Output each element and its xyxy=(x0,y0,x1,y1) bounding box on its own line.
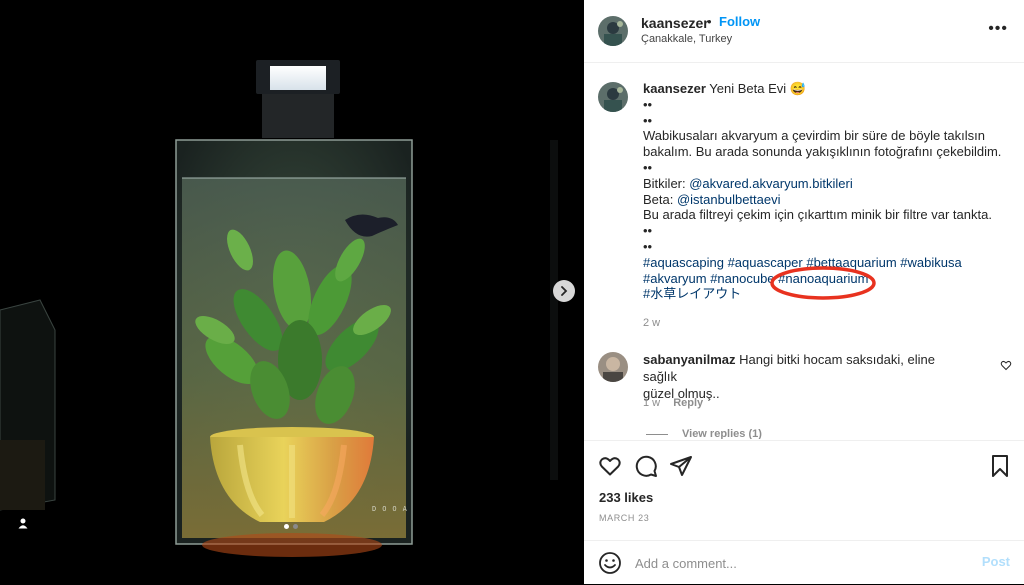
mention-link[interactable]: @istanbulbettaevi xyxy=(677,192,781,207)
caption-line-label: Bitkiler: xyxy=(643,175,690,191)
mention-link[interactable]: @akvared.akvaryum.bitkileri xyxy=(689,176,852,191)
caption-line-text: •• xyxy=(643,238,653,254)
caption-line-text: bakalım. Bu arada sonunda yakışıklının f… xyxy=(643,144,1002,160)
next-image-button[interactable] xyxy=(553,280,575,302)
post-date: MARCH 23 xyxy=(599,513,650,523)
profile-photo xyxy=(598,352,628,382)
caption-line-label: Beta: xyxy=(643,191,677,207)
comments-scroll-area[interactable]: kaansezer Yeni Beta Evi 😅 •• •• Wabikusala… xyxy=(584,63,1024,439)
caption-line: •• xyxy=(643,160,1003,176)
caption-line: Bitkiler: @akvared.akvaryum.bitkileri xyxy=(643,176,1003,192)
carousel-dot xyxy=(293,524,298,529)
bookmark-icon[interactable] xyxy=(989,454,1011,478)
caption-line-text: •• xyxy=(643,96,653,112)
follow-button[interactable]: Follow xyxy=(719,14,760,29)
comment-composer: Post xyxy=(584,540,1024,585)
caption-title: Yeni Beta Evi 😅 xyxy=(709,81,806,96)
caption-username[interactable]: kaansezer xyxy=(643,81,706,96)
view-replies-label: View replies (1) xyxy=(682,428,762,439)
caption-line: •• xyxy=(643,97,1003,113)
emoji-icon[interactable] xyxy=(598,551,622,575)
comment-username[interactable]: sabanyanilmaz xyxy=(643,352,736,367)
post-actions: 233 likes MARCH 23 xyxy=(584,440,1024,541)
avatar[interactable] xyxy=(598,16,628,46)
carousel-indicator xyxy=(284,524,298,529)
comment-text: sabanyanilmaz Hangi bitki hocam saksıdak… xyxy=(643,351,963,402)
post-details-panel: kaansezer • Follow Çanakkale, Turkey •••… xyxy=(584,0,1024,584)
divider xyxy=(646,433,668,435)
caption-line-text: •• xyxy=(643,223,653,239)
heart-icon[interactable] xyxy=(598,454,622,478)
comment-icon[interactable] xyxy=(634,454,658,478)
share-icon[interactable] xyxy=(669,454,693,478)
author-username[interactable]: kaansezer xyxy=(641,15,709,31)
reply-button[interactable]: Reply xyxy=(673,397,703,409)
user-icon xyxy=(18,518,28,529)
post-header: kaansezer • Follow Çanakkale, Turkey ••• xyxy=(584,0,1024,63)
avatar[interactable] xyxy=(598,82,628,112)
post-image[interactable]: DOOA xyxy=(0,0,584,584)
chevron-right-icon xyxy=(561,286,568,296)
caption-line: Beta: @istanbulbettaevi xyxy=(643,192,1003,208)
comment-meta: 1 w Reply xyxy=(643,397,703,409)
caption-line: bakalım. Bu arada sonunda yakışıklının f… xyxy=(643,144,1003,160)
heart-icon[interactable] xyxy=(1000,359,1012,371)
caption-line: Bu arada filtreyi çekim için çıkarttım m… xyxy=(643,207,1003,223)
caption-timestamp: 2 w xyxy=(643,317,661,329)
caption-line: •• xyxy=(643,113,1003,129)
caption-headline: kaansezer Yeni Beta Evi 😅 xyxy=(643,81,1003,97)
hashtag-link[interactable]: #水草レイアウト xyxy=(643,286,741,301)
profile-photo xyxy=(598,82,628,112)
post-comment-button[interactable]: Post xyxy=(982,554,1010,569)
caption-line: •• xyxy=(643,239,1003,255)
highlight-circle xyxy=(770,266,876,300)
avatar[interactable] xyxy=(598,352,628,382)
aquarium-photo xyxy=(0,0,584,584)
caption-line: •• xyxy=(643,223,1003,239)
caption-line-text: Bu arada filtreyi çekim için çıkarttım m… xyxy=(643,207,992,223)
comment-timestamp: 1 w xyxy=(643,397,661,409)
more-options-icon[interactable]: ••• xyxy=(988,20,1008,38)
comment-input[interactable] xyxy=(633,551,967,575)
view-replies-button[interactable]: View replies (1) xyxy=(646,428,762,439)
profile-photo xyxy=(598,16,628,46)
caption-line-text: •• xyxy=(643,112,653,128)
watermark: DOOA xyxy=(372,505,413,513)
caption-line-text: •• xyxy=(643,159,653,175)
carousel-dot xyxy=(284,524,289,529)
tagged-users-button[interactable] xyxy=(12,512,34,534)
caption-line: Wabikusaları akvaryum a çevirdim bir sür… xyxy=(643,128,1003,144)
caption-line-text: Wabikusaları akvaryum a çevirdim bir sür… xyxy=(643,128,985,144)
likes-count[interactable]: 233 likes xyxy=(599,490,653,505)
separator-dot: • xyxy=(707,14,712,29)
post-location[interactable]: Çanakkale, Turkey xyxy=(641,33,732,45)
